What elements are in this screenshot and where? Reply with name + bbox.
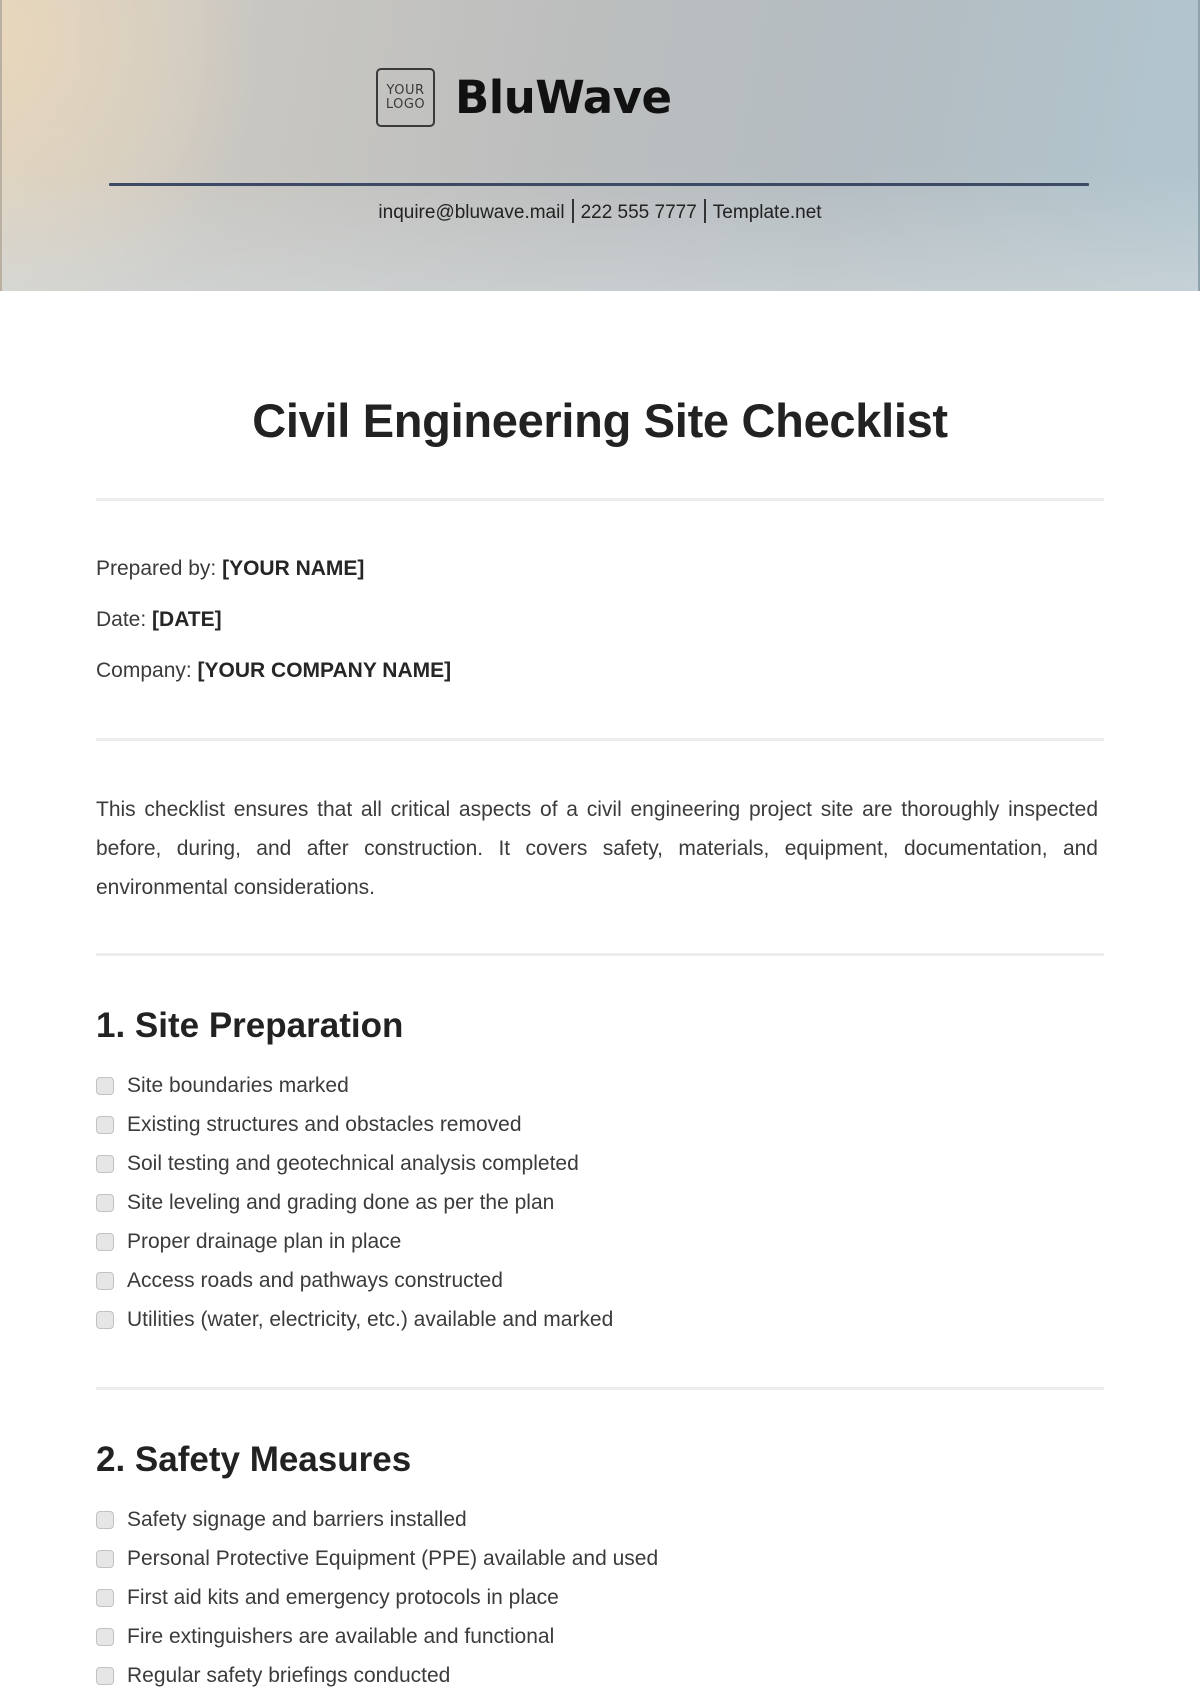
checklist-item-label: Utilities (water, electricity, etc.) ava… xyxy=(127,1308,614,1331)
logo-line-2: LOGO xyxy=(385,96,426,112)
checkbox[interactable] xyxy=(96,1233,114,1251)
checkbox[interactable] xyxy=(96,1194,114,1212)
checkbox[interactable] xyxy=(96,1116,114,1134)
checklist-item[interactable]: Existing structures and obstacles remove… xyxy=(96,1113,522,1137)
section-heading-safety-measures: 2. Safety Measures xyxy=(96,1440,412,1479)
contact-line: inquire@bluwave.mail 222 555 7777 Template… xyxy=(0,199,1200,224)
meta-prepared-by: Prepared by: [YOUR NAME] xyxy=(96,557,364,581)
checklist-item[interactable]: Safety signage and barriers installed xyxy=(96,1508,467,1532)
document-title: Civil Engineering Site Checklist xyxy=(252,394,948,447)
divider xyxy=(96,738,1104,741)
intro-paragraph: This checklist ensures that all critical… xyxy=(96,798,1098,899)
checklist-item-label: Site boundaries marked xyxy=(127,1074,349,1097)
header-edge-left xyxy=(0,0,2,291)
checklist-item[interactable]: Fire extinguishers are available and fun… xyxy=(96,1625,554,1649)
logo-placeholder-icon: YOUR LOGO xyxy=(376,68,435,127)
checkbox[interactable] xyxy=(96,1272,114,1290)
checklist-item-label: Personal Protective Equipment (PPE) avai… xyxy=(127,1547,659,1570)
checklist-item-label: Site leveling and grading done as per th… xyxy=(127,1191,555,1214)
checklist-item-label: Existing structures and obstacles remove… xyxy=(127,1113,522,1136)
checklist-item[interactable]: Site boundaries marked xyxy=(96,1074,349,1098)
contact-website: Template.net xyxy=(712,202,822,223)
checklist-item[interactable]: Access roads and pathways constructed xyxy=(96,1269,503,1293)
checklist-item-label: Access roads and pathways constructed xyxy=(127,1269,503,1292)
checklist-item-label: First aid kits and emergency protocols i… xyxy=(127,1586,559,1609)
checklist-item[interactable]: Regular safety briefings conducted xyxy=(96,1664,450,1688)
separator xyxy=(703,199,706,223)
checklist-item[interactable]: First aid kits and emergency protocols i… xyxy=(96,1586,559,1610)
meta-value: [DATE] xyxy=(152,608,222,631)
checkbox[interactable] xyxy=(96,1077,114,1095)
header-banner xyxy=(0,0,1200,291)
divider xyxy=(96,953,1104,956)
logo-line-1: YOUR xyxy=(386,82,425,98)
meta-company: Company: [YOUR COMPANY NAME] xyxy=(96,659,451,683)
contact-email: inquire@bluwave.mail xyxy=(378,202,565,223)
brand: YOUR LOGO BluWave xyxy=(376,68,672,127)
meta-value: [YOUR COMPANY NAME] xyxy=(197,659,452,682)
checklist-item-label: Soil testing and geotechnical analysis c… xyxy=(127,1152,579,1175)
checklist-item[interactable]: Proper drainage plan in place xyxy=(96,1230,401,1254)
checklist-item[interactable]: Site leveling and grading done as per th… xyxy=(96,1191,554,1215)
checkbox[interactable] xyxy=(96,1511,114,1529)
checklist-item[interactable]: Utilities (water, electricity, etc.) ava… xyxy=(96,1308,613,1332)
header-divider xyxy=(109,183,1089,186)
meta-value: [YOUR NAME] xyxy=(222,557,365,580)
section-heading-site-preparation: 1. Site Preparation xyxy=(96,1006,404,1045)
checklist-item-label: Regular safety briefings conducted xyxy=(127,1664,451,1687)
checkbox[interactable] xyxy=(96,1667,114,1685)
meta-label: Company: xyxy=(96,659,198,682)
checkbox[interactable] xyxy=(96,1311,114,1329)
checklist-item-label: Safety signage and barriers installed xyxy=(127,1508,467,1531)
brand-name: BluWave xyxy=(455,71,672,124)
checkbox[interactable] xyxy=(96,1628,114,1646)
checklist-item-label: Fire extinguishers are available and fun… xyxy=(127,1625,555,1648)
checklist-item-label: Proper drainage plan in place xyxy=(127,1230,402,1253)
divider xyxy=(96,498,1104,501)
meta-label: Date: xyxy=(96,608,153,631)
checkbox[interactable] xyxy=(96,1589,114,1607)
meta-label: Prepared by: xyxy=(96,557,223,580)
checkbox[interactable] xyxy=(96,1550,114,1568)
meta-date: Date: [DATE] xyxy=(96,608,222,632)
contact-phone: 222 555 7777 xyxy=(580,202,697,223)
checklist-item[interactable]: Personal Protective Equipment (PPE) avai… xyxy=(96,1547,658,1571)
checklist-item[interactable]: Soil testing and geotechnical analysis c… xyxy=(96,1152,579,1176)
checkbox[interactable] xyxy=(96,1155,114,1173)
divider xyxy=(96,1387,1104,1390)
separator xyxy=(571,199,574,223)
